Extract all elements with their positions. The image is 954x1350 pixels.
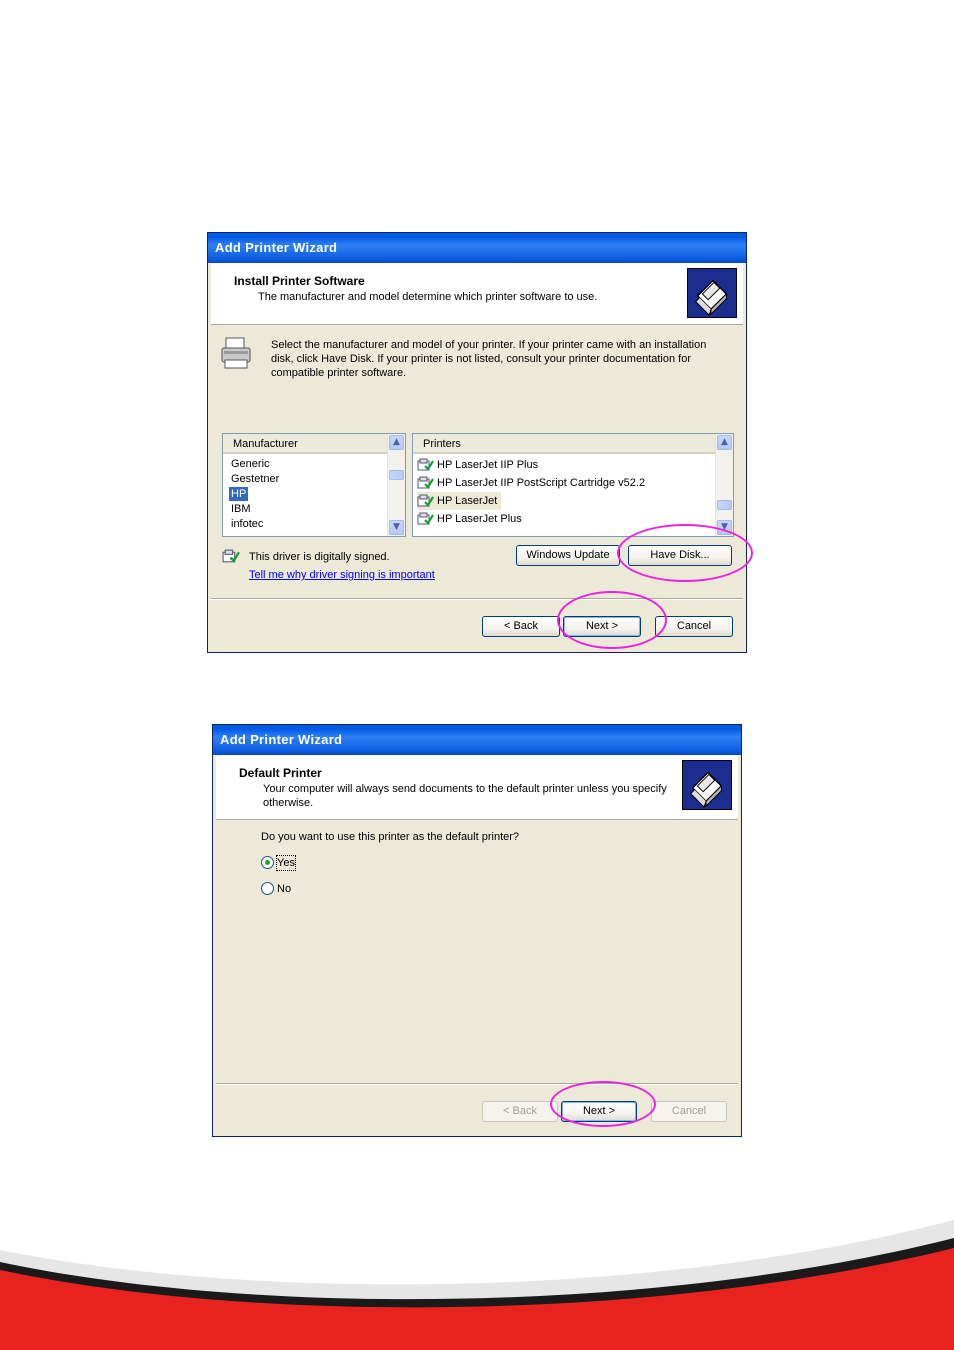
- default-printer-question: Do you want to use this printer as the d…: [261, 831, 520, 843]
- scroll-up-arrow-icon[interactable]: ▲: [717, 435, 732, 450]
- printer-wizard-icon: [687, 268, 737, 318]
- install-printer-software-dialog: Add Printer Wizard Install Printer Softw…: [207, 232, 747, 653]
- list-item[interactable]: Generic: [231, 457, 270, 471]
- manufacturer-scrollbar[interactable]: ▲ ▼: [387, 434, 405, 536]
- signed-driver-icon: [417, 512, 434, 526]
- driver-signing-link[interactable]: Tell me why driver signing is important: [249, 568, 435, 582]
- signed-driver-icon: [417, 476, 434, 490]
- header-subtitle-line-2: otherwise.: [263, 797, 314, 809]
- instruction-line-2: disk, click Have Disk. If your printer i…: [271, 353, 692, 365]
- wizard-header: Install Printer Software The manufacture…: [211, 263, 743, 325]
- default-printer-dialog: Add Printer Wizard Default Printer Your …: [212, 724, 742, 1137]
- signed-driver-icon: [417, 494, 434, 508]
- scroll-down-arrow-icon[interactable]: ▼: [389, 520, 404, 535]
- yes-radio[interactable]: [261, 856, 274, 869]
- list-item[interactable]: Gestetner: [231, 472, 279, 486]
- driver-signed-text: This driver is digitally signed.: [249, 551, 390, 563]
- yes-label[interactable]: Yes: [276, 855, 296, 871]
- next-highlight-circle: [550, 1081, 656, 1127]
- list-item[interactable]: infotec: [231, 517, 263, 531]
- printers-column-header[interactable]: Printers: [413, 434, 716, 454]
- manufacturer-listbox[interactable]: Manufacturer Generic Gestetner HP IBM in…: [222, 433, 406, 537]
- footer-separator: [216, 1083, 738, 1085]
- list-item-selected[interactable]: HP LaserJet: [417, 492, 502, 510]
- manufacturer-column-header[interactable]: Manufacturer: [223, 434, 388, 454]
- dialog-title: Add Printer Wizard: [215, 240, 338, 255]
- list-item-selected[interactable]: HP: [229, 487, 249, 501]
- scroll-up-arrow-icon[interactable]: ▲: [389, 435, 404, 450]
- scroll-thumb[interactable]: [389, 470, 404, 480]
- signed-driver-icon: [417, 458, 434, 472]
- list-item[interactable]: IBM: [231, 502, 251, 516]
- next-highlight-circle: [557, 591, 667, 649]
- list-item[interactable]: HP LaserJet IIP PostScript Cartridge v52…: [417, 474, 645, 492]
- back-button[interactable]: < Back: [482, 616, 560, 637]
- list-item[interactable]: HP LaserJet IIP Plus: [417, 456, 538, 474]
- list-item[interactable]: HP LaserJet Plus: [417, 510, 522, 528]
- back-button[interactable]: < Back: [482, 1101, 558, 1122]
- digitally-signed-icon: [222, 549, 240, 564]
- printer-icon: [220, 336, 254, 372]
- have-disk-highlight-circle: [617, 524, 753, 582]
- dialog-titlebar[interactable]: Add Printer Wizard: [213, 725, 741, 755]
- printers-scrollbar[interactable]: ▲ ▼: [715, 434, 733, 536]
- scroll-thumb[interactable]: [717, 500, 732, 510]
- header-subtitle-line-1: Your computer will always send documents…: [263, 783, 667, 795]
- no-radio[interactable]: [261, 882, 274, 895]
- dialog-titlebar[interactable]: Add Printer Wizard: [208, 233, 746, 263]
- header-title: Install Printer Software: [234, 274, 365, 288]
- no-label[interactable]: No: [277, 882, 291, 896]
- footer-red-wave: [0, 1220, 954, 1350]
- instruction-line-1: Select the manufacturer and model of you…: [271, 339, 707, 351]
- footer-separator: [211, 598, 743, 600]
- windows-update-button[interactable]: Windows Update: [516, 545, 620, 566]
- printers-listbox[interactable]: Printers HP LaserJet IIP Plus HP LaserJe…: [412, 433, 734, 537]
- header-title: Default Printer: [239, 766, 322, 780]
- printer-wizard-icon: [682, 760, 732, 810]
- dialog-title: Add Printer Wizard: [220, 732, 343, 747]
- instruction-line-3: compatible printer software.: [271, 367, 407, 379]
- wizard-header: Default Printer Your computer will alway…: [216, 755, 738, 820]
- cancel-button[interactable]: Cancel: [651, 1101, 727, 1122]
- header-subtitle: The manufacturer and model determine whi…: [258, 291, 598, 303]
